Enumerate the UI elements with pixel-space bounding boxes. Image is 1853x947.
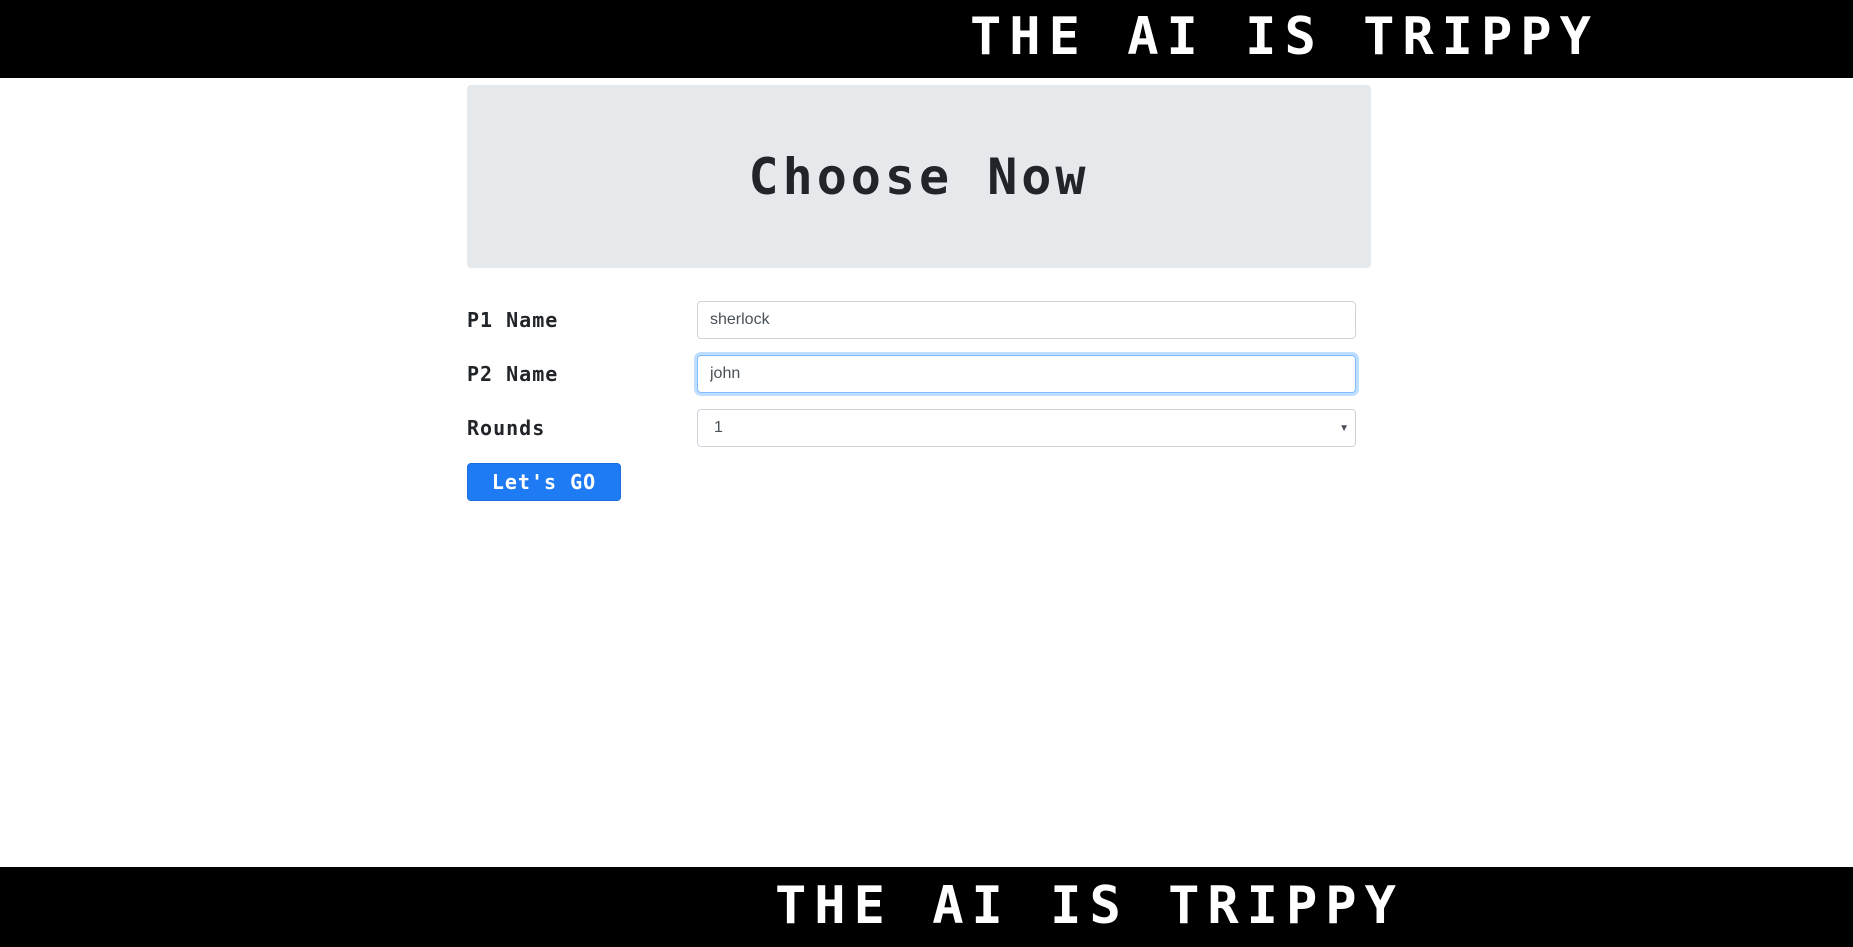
- rounds-select-value: 1: [714, 419, 723, 436]
- bottom-banner: THE AI IS TRIPPY: [0, 867, 1853, 947]
- top-banner-text: THE AI IS TRIPPY: [970, 7, 1599, 67]
- page-title: Choose Now: [748, 147, 1090, 206]
- p1-name-label: P1 Name: [467, 308, 559, 332]
- jumbotron: Choose Now: [467, 85, 1371, 268]
- p2-name-input[interactable]: [697, 355, 1356, 393]
- p2-name-label: P2 Name: [467, 362, 559, 386]
- p1-name-input[interactable]: [697, 301, 1356, 339]
- top-banner: THE AI IS TRIPPY: [0, 0, 1853, 78]
- chevron-down-icon: ▼: [1339, 422, 1349, 434]
- bottom-banner-text: THE AI IS TRIPPY: [775, 876, 1404, 936]
- rounds-select[interactable]: 1 ▼: [697, 409, 1356, 447]
- p2-name-row: P2 Name: [467, 355, 1356, 393]
- rounds-label: Rounds: [467, 416, 546, 440]
- lets-go-button[interactable]: Let's GO: [467, 463, 621, 501]
- rounds-row: Rounds 1 ▼: [467, 409, 1356, 447]
- p1-name-row: P1 Name: [467, 301, 1356, 339]
